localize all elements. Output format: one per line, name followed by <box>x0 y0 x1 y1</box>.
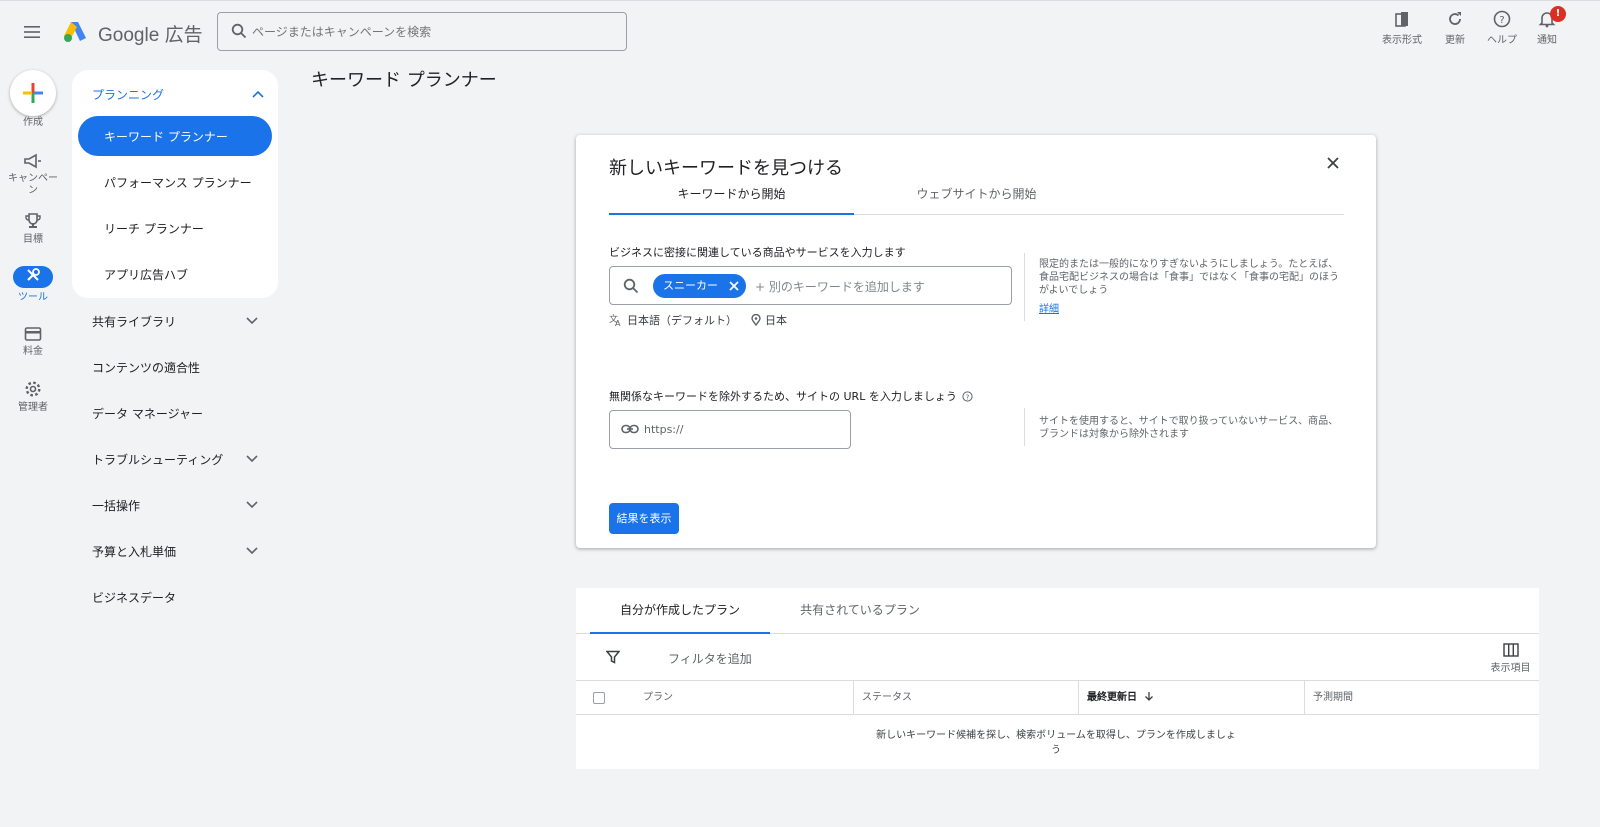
targeting-row: 文A 日本語（デフォルト） 日本 <box>609 312 787 328</box>
rail-admin[interactable]: 管理者 <box>0 380 66 414</box>
nav-shared-library[interactable]: 共有ライブラリ <box>72 298 278 344</box>
plans-tabs: 自分が作成したプラン 共有されているプラン <box>576 588 1539 634</box>
nav-data-manager[interactable]: データ マネージャー <box>72 390 278 436</box>
keywords-label: ビジネスに密接に関連している商品やサービスを入力します <box>609 246 906 259</box>
discover-keywords-card: 新しいキーワードを見つける キーワードから開始 ウェブサイトから開始 ビジネスに… <box>576 135 1376 548</box>
chip-remove-icon[interactable] <box>728 280 740 292</box>
keyword-chip[interactable]: スニーカー <box>653 274 746 298</box>
empty-state-message: 新しいキーワード候補を探し、検索ボリュームを取得し、プランを作成しましょう <box>876 730 1236 756</box>
notification-badge: ! <box>1550 6 1566 22</box>
search-icon <box>623 278 639 294</box>
url-hint: サイトを使用すると、サイトで取り扱っていないサービス、商品、ブランドは対象から除… <box>1039 416 1339 440</box>
appearance-button[interactable]: 表示形式 <box>1372 10 1432 46</box>
search-input[interactable] <box>252 21 612 43</box>
tab-my-plans[interactable]: 自分が作成したプラン <box>590 588 770 634</box>
keywords-input[interactable]: スニーカー + 別のキーワードを追加します <box>609 266 1012 305</box>
nav-reach-planner[interactable]: リーチ プランナー <box>78 208 272 248</box>
tab-shared-plans[interactable]: 共有されているプラン <box>770 588 950 634</box>
nav-app-ads-hub[interactable]: アプリ広告ハブ <box>78 254 272 294</box>
card-title: 新しいキーワードを見つける <box>609 158 843 179</box>
notifications-button[interactable]: 通知 ! <box>1517 6 1577 46</box>
divider <box>1024 253 1025 321</box>
url-input[interactable]: https:// <box>609 410 851 449</box>
create-button[interactable] <box>10 70 56 116</box>
planning-section: プランニング キーワード プランナー パフォーマンス プランナー リーチ プラン… <box>72 70 278 298</box>
language-selector[interactable]: 日本語（デフォルト） <box>627 312 737 328</box>
megaphone-icon <box>24 153 41 169</box>
chevron-down-icon <box>246 501 258 509</box>
chevron-down-icon <box>246 547 258 555</box>
close-icon[interactable] <box>1326 156 1340 170</box>
divider <box>1024 408 1025 446</box>
translate-icon[interactable]: 文A <box>609 313 623 327</box>
svg-text:A: A <box>615 319 621 327</box>
filter-icon[interactable] <box>606 650 620 664</box>
plans-panel: 自分が作成したプラン 共有されているプラン フィルタを追加 表示項目 プラン ス… <box>576 588 1539 769</box>
nav-troubleshooting[interactable]: トラブルシューティング <box>72 436 278 482</box>
url-label: 無関係なキーワードを除外するため、サイトの URL を入力しましょう ? <box>609 388 973 404</box>
tab-start-with-website[interactable]: ウェブサイトから開始 <box>854 182 1099 215</box>
nav-performance-planner[interactable]: パフォーマンス プランナー <box>78 162 272 202</box>
planning-header[interactable]: プランニング <box>78 78 272 110</box>
plus-icon <box>23 83 43 103</box>
add-filter[interactable]: フィルタを追加 <box>668 650 752 667</box>
arrow-down-icon <box>1145 692 1154 701</box>
google-ads-logo-icon <box>64 22 86 42</box>
nav-content-suitability[interactable]: コンテンツの適合性 <box>72 344 278 390</box>
rail-campaigns[interactable]: キャンペーン <box>0 153 66 197</box>
learn-more-link[interactable]: 詳細 <box>1039 303 1339 316</box>
help-circle-icon[interactable]: ? <box>962 391 973 402</box>
logo-text: Google 広告 <box>98 25 203 46</box>
page-title: キーワード プランナー <box>311 70 497 91</box>
show-results-button[interactable]: 結果を表示 <box>609 503 679 534</box>
table-header: プラン ステータス 最終更新日 予測期間 <box>576 681 1539 715</box>
trophy-icon <box>25 213 41 228</box>
top-bar: Google 広告 表示形式 更新 ? ヘルプ 通知 ! <box>0 0 1600 62</box>
nav-keyword-planner[interactable]: キーワード プランナー <box>78 116 272 156</box>
columns-button[interactable]: 表示項目 <box>1488 643 1533 674</box>
location-selector[interactable]: 日本 <box>765 312 787 328</box>
gear-icon <box>25 381 41 397</box>
svg-text:?: ? <box>966 393 970 401</box>
col-last-updated[interactable]: 最終更新日 <box>1078 681 1304 715</box>
select-all-checkbox[interactable] <box>593 692 605 704</box>
link-icon <box>621 424 639 434</box>
chevron-up-icon <box>252 90 264 98</box>
chevron-down-icon <box>246 455 258 463</box>
chevron-down-icon <box>246 317 258 325</box>
tools-icon <box>27 268 40 281</box>
col-forecast-period[interactable]: 予測期間 <box>1304 681 1539 715</box>
nav-bulk-actions[interactable]: 一括操作 <box>72 482 278 528</box>
rail-tools[interactable]: ツール <box>0 266 66 304</box>
add-keyword-placeholder[interactable]: + 別のキーワードを追加します <box>755 278 925 295</box>
svg-text:?: ? <box>1499 15 1504 26</box>
columns-icon <box>1502 643 1519 657</box>
keyword-hint: 限定的または一般的になりすぎないようにしましょう。たとえば、食品宅配ビジネスの場… <box>1039 259 1339 316</box>
rail-billing[interactable]: 料金 <box>0 326 66 358</box>
location-pin-icon[interactable] <box>751 314 761 326</box>
appearance-icon <box>1395 12 1408 27</box>
menu-icon[interactable] <box>22 22 42 42</box>
help-icon: ? <box>1493 10 1511 28</box>
tab-start-with-keywords[interactable]: キーワードから開始 <box>609 182 854 215</box>
search-box[interactable] <box>217 12 627 51</box>
refresh-icon <box>1449 12 1461 25</box>
col-plan[interactable]: プラン <box>643 681 673 715</box>
search-icon <box>231 23 247 39</box>
col-status[interactable]: ステータス <box>853 681 1078 715</box>
nav-business-data[interactable]: ビジネスデータ <box>72 574 278 620</box>
card-icon <box>24 327 42 341</box>
start-tabs: キーワードから開始 ウェブサイトから開始 <box>609 182 1344 215</box>
rail-tools-active-pill <box>13 266 53 288</box>
rail-goals[interactable]: 目標 <box>0 212 66 246</box>
filter-bar: フィルタを追加 表示項目 <box>576 634 1539 681</box>
side-navigation: プランニング キーワード プランナー パフォーマンス プランナー リーチ プラン… <box>72 70 278 620</box>
rail-create-label: 作成 <box>23 117 43 128</box>
nav-budgets-bidding[interactable]: 予算と入札単価 <box>72 528 278 574</box>
